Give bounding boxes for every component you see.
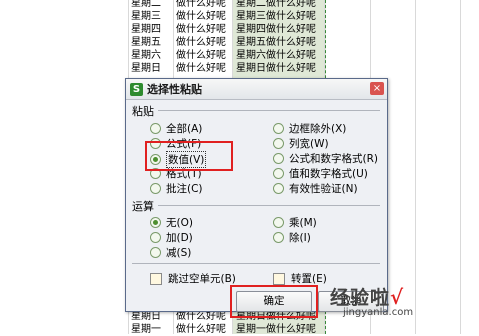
paste-special-dialog: S 选择性粘贴 × 粘贴 全部(A) 公式(F) 数值(V) 格式(T) 批注(… <box>125 78 388 318</box>
table-row[interactable]: 星期六 做什么好呢 星期六做什么好呢 <box>0 49 479 62</box>
radio-icon <box>273 183 284 194</box>
radio-icon <box>273 168 284 179</box>
transpose-checkbox[interactable]: 转置(E) <box>273 271 327 286</box>
radio-selected-icon <box>150 217 161 228</box>
radio-icon <box>150 123 161 134</box>
table-row[interactable]: 星期五 做什么好呢 星期五做什么好呢 <box>0 36 479 49</box>
paste-no-borders-radio[interactable]: 边框除外(X) <box>273 121 346 136</box>
paste-comments-radio[interactable]: 批注(C) <box>150 181 203 196</box>
radio-icon <box>150 232 161 243</box>
paste-validation-radio[interactable]: 有效性验证(N) <box>273 181 358 196</box>
watermark-logo: 经验啦√ <box>330 285 405 309</box>
dialog-titlebar[interactable]: S 选择性粘贴 <box>126 79 387 100</box>
op-multiply-radio[interactable]: 乘(M) <box>273 215 317 230</box>
table-row[interactable]: 星期日 做什么好呢 星期日做什么好呢 <box>0 62 479 75</box>
table-row[interactable]: 星期三 做什么好呢 星期三做什么好呢 <box>0 10 479 23</box>
dialog-title: 选择性粘贴 <box>147 83 202 96</box>
radio-icon <box>273 123 284 134</box>
skip-blanks-checkbox[interactable]: 跳过空单元(B) <box>150 271 236 286</box>
app-icon: S <box>130 82 143 96</box>
op-none-radio[interactable]: 无(O) <box>150 215 193 230</box>
check-mark-icon: √ <box>390 285 405 309</box>
table-row[interactable]: 星期二 做什么好呢 星期二做什么好呢 <box>0 0 479 10</box>
highlight-box-ok <box>230 285 318 318</box>
checkbox-icon <box>150 272 162 285</box>
table-row[interactable]: 星期一 做什么好呢 星期一做什么好呢 <box>0 323 479 336</box>
checkbox-icon <box>273 272 285 285</box>
watermark-url: jingyanla.com <box>343 307 414 318</box>
paste-values-number-formats-radio[interactable]: 值和数字格式(U) <box>273 166 368 181</box>
close-icon[interactable]: × <box>370 82 384 95</box>
radio-icon <box>273 217 284 228</box>
operation-group-label: 运算 <box>132 200 154 213</box>
paste-column-widths-radio[interactable]: 列宽(W) <box>273 136 329 151</box>
radio-icon <box>150 247 161 258</box>
paste-formulas-number-formats-radio[interactable]: 公式和数字格式(R) <box>273 151 378 166</box>
op-divide-radio[interactable]: 除(I) <box>273 230 311 245</box>
op-add-radio[interactable]: 加(D) <box>150 230 193 245</box>
radio-icon <box>273 138 284 149</box>
radio-icon <box>273 232 284 243</box>
table-row[interactable]: 星期四 做什么好呢 星期四做什么好呢 <box>0 23 479 36</box>
paste-all-radio[interactable]: 全部(A) <box>150 121 202 136</box>
highlight-box-values <box>145 141 233 171</box>
paste-group-label: 粘贴 <box>132 105 154 118</box>
radio-icon <box>273 153 284 164</box>
radio-icon <box>150 183 161 194</box>
op-subtract-radio[interactable]: 减(S) <box>150 245 191 260</box>
